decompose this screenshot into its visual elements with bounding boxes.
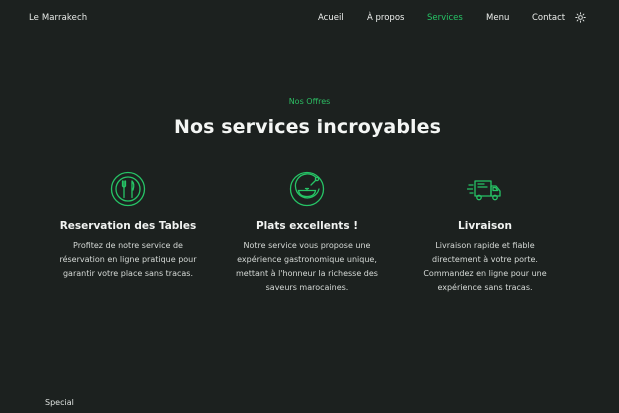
service-description: Livraison rapide et fiable directement à…	[423, 241, 547, 292]
service-card: Reservation des Tables Profitez de notre…	[53, 171, 203, 281]
service-card: Livraison Livraison rapide et fiable dir…	[410, 171, 560, 295]
service-title: Reservation des Tables	[59, 220, 197, 232]
service-title: Plats excellents !	[255, 220, 359, 232]
special-section-label: Special	[45, 398, 74, 407]
fork-knife-plate-icon	[110, 171, 146, 207]
dish-icon	[289, 171, 325, 207]
page: Le Marrakech Acueil À propos Services Me…	[0, 0, 619, 413]
nav-link-contact[interactable]: Contact	[532, 13, 565, 23]
service-title: Livraison	[458, 220, 512, 232]
service-description: Profitez de notre service de réservation…	[59, 241, 197, 278]
nav-link-acueil[interactable]: Acueil	[318, 13, 344, 23]
section-title: Nos services incroyables	[173, 116, 442, 138]
service-card: Plats excellents ! Notre service vous pr…	[232, 171, 382, 295]
nav-link-menu[interactable]: Menu	[486, 13, 509, 23]
delivery-truck-icon	[467, 180, 501, 201]
service-description: Notre service vous propose une expérienc…	[236, 241, 378, 292]
nav-link-services[interactable]: Services	[427, 13, 463, 23]
section-eyebrow: Nos Offres	[288, 97, 331, 106]
nav-links: Acueil À propos Services Menu Contact	[0, 13, 619, 25]
nav-link-a-propos[interactable]: À propos	[367, 13, 404, 23]
navbar: Le Marrakech Acueil À propos Services Me…	[0, 0, 619, 38]
sun-icon[interactable]	[575, 12, 586, 23]
